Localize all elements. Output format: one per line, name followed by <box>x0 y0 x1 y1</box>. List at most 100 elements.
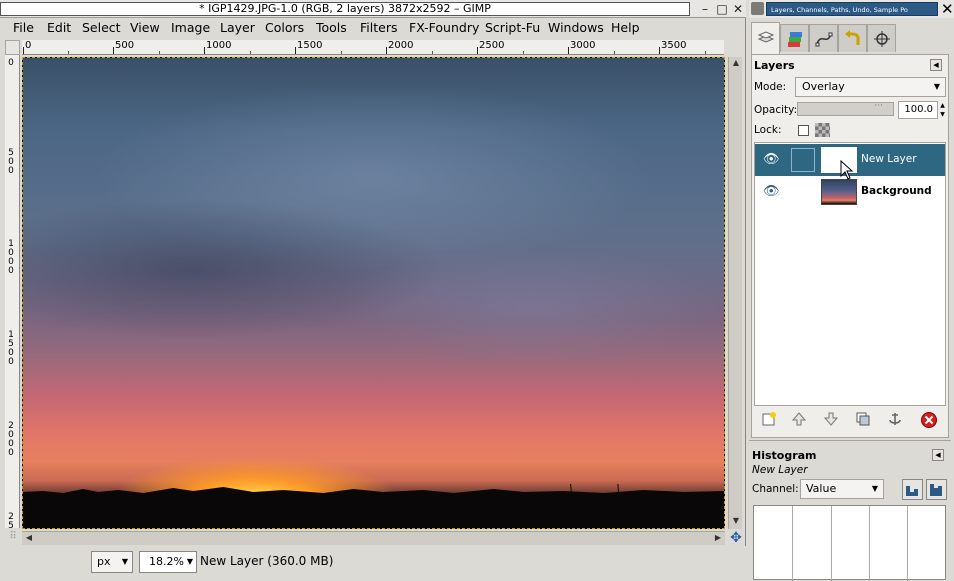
horizontal-scrollbar[interactable]: ◀ ▶ <box>22 531 725 545</box>
mode-value: Overlay <box>802 80 845 93</box>
menu-file[interactable]: File <box>13 20 34 36</box>
dock-title-bar[interactable]: Layers, Channels, Paths, Undo, Sample Po… <box>749 0 954 18</box>
chevron-down-icon: ▼ <box>186 557 193 566</box>
image-canvas[interactable] <box>22 57 725 529</box>
unit-value: px <box>97 555 111 568</box>
ruler-minor-tick <box>341 51 342 54</box>
layer-actions <box>754 410 946 434</box>
paths-icon <box>815 32 833 47</box>
ruler-minor-tick <box>159 51 160 54</box>
scroll-down-icon[interactable]: ▼ <box>729 515 743 527</box>
menu-windows[interactable]: Windows <box>548 20 604 36</box>
histogram-title: Histogram <box>752 449 817 462</box>
window-title: * IGP1429.JPG-1.0 (RGB, 2 layers) 3872x2… <box>0 2 690 16</box>
menu-layer[interactable]: Layer <box>220 20 255 36</box>
menu-tools[interactable]: Tools <box>316 20 347 36</box>
ruler-minor-tick <box>250 51 251 54</box>
sample-point-icon <box>874 31 890 47</box>
ruler-label: 1500 <box>297 40 323 51</box>
delete-layer-button[interactable] <box>918 411 940 433</box>
menu-edit[interactable]: Edit <box>47 20 71 36</box>
vertical-scrollbar[interactable]: ▲ ▼ <box>728 57 742 529</box>
vertical-ruler[interactable]: 0 500 1000 1500 2000 2500 <box>5 55 20 528</box>
raise-layer-button[interactable] <box>788 411 810 433</box>
chevron-down-icon: ▼ <box>121 557 128 566</box>
menu-select[interactable]: Select <box>82 20 121 36</box>
ruler-minor-tick <box>432 51 433 54</box>
opacity-spinner[interactable]: ▲ ▼ <box>938 101 947 119</box>
tab-channels[interactable] <box>780 24 809 52</box>
log-histogram-button[interactable] <box>926 479 947 500</box>
chevron-down-icon: ▼ <box>933 82 940 91</box>
tab-undo-history[interactable] <box>838 24 867 52</box>
horizontal-ruler[interactable]: 0 500 1000 1500 2000 2500 3000 3500 <box>22 40 724 55</box>
lock-alpha-icon[interactable] <box>815 123 830 137</box>
visibility-eye-icon[interactable]: 👁 <box>763 185 780 199</box>
visibility-eye-icon[interactable]: 👁 <box>763 153 780 167</box>
arrow-down-icon <box>823 412 839 426</box>
menu-fx-foundry[interactable]: FX-Foundry <box>409 20 479 36</box>
quick-mask-toggle[interactable] <box>5 40 20 55</box>
chain-link-toggle[interactable] <box>791 148 815 172</box>
duplicate-layer-button[interactable] <box>852 411 874 433</box>
anchor-layer-button[interactable] <box>884 411 906 433</box>
tab-sample-points[interactable] <box>867 24 896 52</box>
menu-help[interactable]: Help <box>611 20 640 36</box>
opacity-slider[interactable]: ··· <box>797 101 894 116</box>
maximize-button[interactable]: □ <box>714 2 730 16</box>
navigate-icon[interactable]: ✥ <box>729 531 743 545</box>
panel-menu-icon[interactable]: ◀ <box>930 59 942 71</box>
lower-layer-button[interactable] <box>820 411 842 433</box>
scroll-right-icon[interactable]: ▶ <box>711 532 725 544</box>
sunset-photo <box>23 58 724 528</box>
new-layer-button[interactable] <box>758 411 780 433</box>
ground-silhouette <box>23 494 724 528</box>
ruler-label: 3500 <box>661 40 687 51</box>
mode-selector[interactable]: Overlay ▼ <box>795 77 946 97</box>
menu-view[interactable]: View <box>130 20 160 36</box>
channel-selector[interactable]: Value ▼ <box>800 479 884 499</box>
histogram-gridline <box>792 506 793 581</box>
opacity-field[interactable]: 100.0 <box>898 101 938 119</box>
scroll-left-icon[interactable]: ◀ <box>22 532 36 544</box>
ruler-label: 1000 <box>206 40 232 51</box>
resize-icon[interactable]: ⠿ <box>6 531 20 545</box>
window-menu-icon[interactable] <box>751 2 764 15</box>
zoom-selector[interactable]: 18.2% ▼ <box>139 551 197 573</box>
linear-histogram-button[interactable] <box>902 479 923 500</box>
lock-pixels-checkbox[interactable] <box>798 125 809 136</box>
cloud-layer <box>338 246 724 364</box>
ruler-tick <box>204 47 205 54</box>
tab-layers[interactable] <box>751 22 780 54</box>
ruler-label: 2500 <box>8 512 14 529</box>
unit-selector[interactable]: px ▼ <box>91 551 133 573</box>
layers-icon <box>757 31 775 43</box>
close-button[interactable]: ✕ <box>730 2 746 16</box>
histogram-layer-name: New Layer <box>752 464 808 476</box>
minimize-button[interactable]: – <box>697 2 713 16</box>
ruler-label: 500 <box>115 40 135 51</box>
tab-paths[interactable] <box>809 24 838 52</box>
ruler-tick <box>386 47 387 54</box>
zoom-value: 18.2% <box>149 555 184 568</box>
scroll-up-icon[interactable]: ▲ <box>729 57 743 69</box>
title-bar[interactable]: * IGP1429.JPG-1.0 (RGB, 2 layers) 3872x2… <box>0 0 746 18</box>
ruler-label: 0 <box>8 58 14 68</box>
dock-close-button[interactable]: ✕ <box>941 0 954 18</box>
ruler-tick <box>477 47 478 54</box>
menu-colors[interactable]: Colors <box>265 20 304 36</box>
histogram-gridline <box>831 506 832 581</box>
opacity-label: Opacity: <box>754 104 798 116</box>
channels-icon <box>788 32 802 47</box>
layers-panel-title: Layers <box>754 59 795 72</box>
menu-image[interactable]: Image <box>171 20 210 36</box>
menu-script-fu[interactable]: Script-Fu <box>485 20 540 36</box>
ruler-tick <box>568 47 569 54</box>
menu-bar: File Edit Select View Image Layer Colors… <box>0 18 746 38</box>
ruler-label: 500 <box>8 148 14 176</box>
dock-title: Layers, Channels, Paths, Undo, Sample Po <box>766 2 938 16</box>
ruler-minor-tick <box>68 51 69 54</box>
panel-menu-icon[interactable]: ◀ <box>932 449 944 461</box>
menu-filters[interactable]: Filters <box>360 20 397 36</box>
histogram-view[interactable] <box>753 505 946 581</box>
